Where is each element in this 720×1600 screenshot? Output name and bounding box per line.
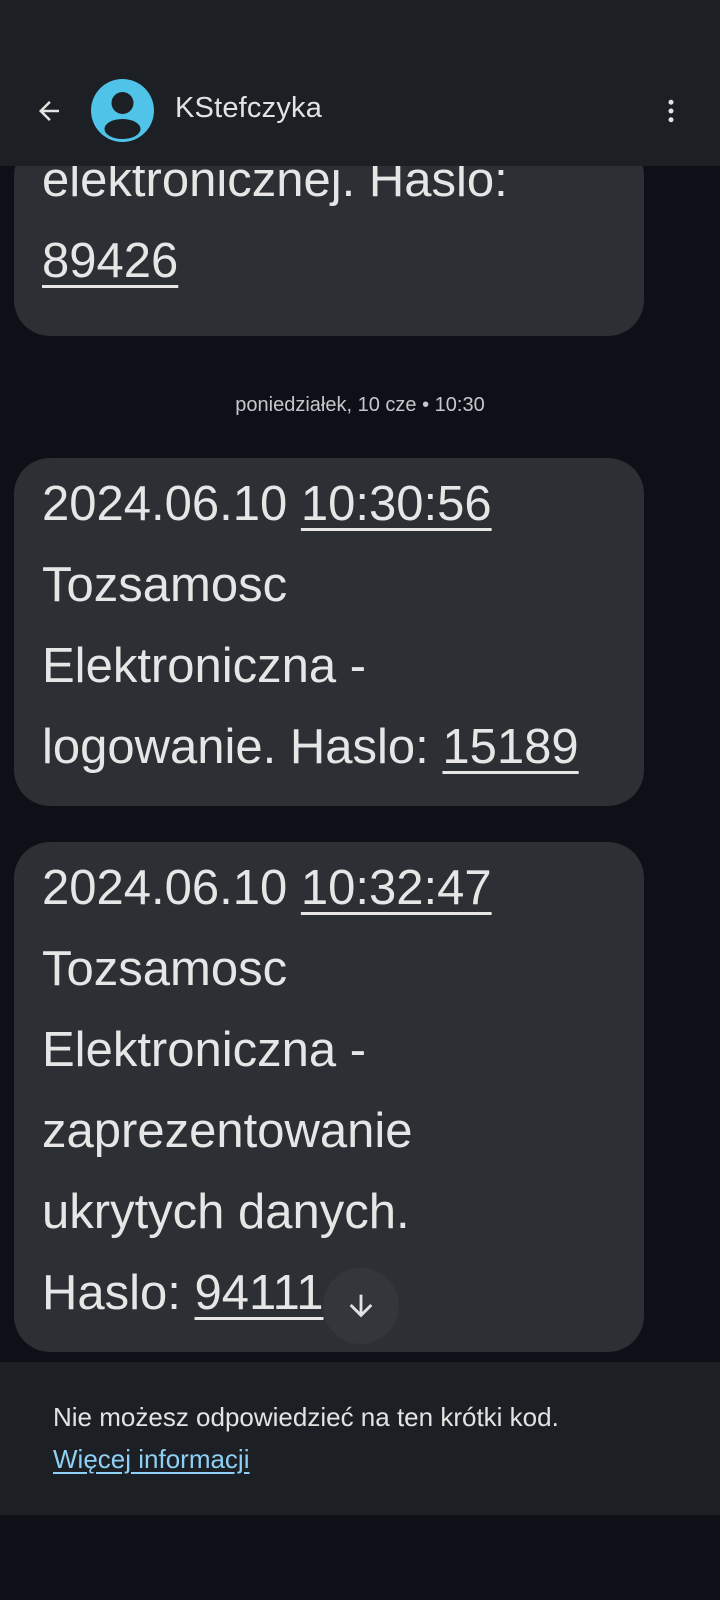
arrow-down-icon (349, 1294, 373, 1318)
avatar[interactable] (91, 79, 154, 142)
back-button[interactable] (24, 86, 74, 136)
message-text: elektronicznej. Haslo: (42, 166, 508, 207)
time-link[interactable]: 10:32:47 (301, 861, 492, 915)
app-bar: KStefczyka (0, 56, 720, 166)
code-link[interactable]: 94111 (195, 1266, 324, 1320)
more-options-button[interactable] (646, 86, 696, 136)
code-link[interactable]: 15189 (442, 720, 578, 774)
message-list[interactable]: elektronicznej. Haslo: 89426 poniedziałe… (0, 166, 720, 1362)
message-text: zaprezentowanie (42, 1104, 413, 1158)
message-bubble[interactable]: 2024.06.10 10:32:47 Tozsamosc Elektronic… (14, 842, 644, 1352)
status-bar (0, 0, 720, 56)
arrow-back-icon (39, 101, 59, 121)
message-text: Elektroniczna - (42, 639, 367, 693)
scroll-to-bottom-button[interactable] (323, 1268, 399, 1344)
message-text: Elektroniczna - (42, 1023, 367, 1077)
reply-notice: Nie możesz odpowiedzieć na ten krótki ko… (0, 1362, 720, 1515)
message-text: Tozsamosc (42, 942, 288, 996)
time-link[interactable]: 10:30:56 (301, 477, 492, 531)
message-text: ukrytych danych. (42, 1185, 410, 1239)
message-date: 2024.06.10 (42, 861, 288, 915)
date-separator: poniedziałek, 10 cze • 10:30 (235, 394, 485, 416)
message-date: 2024.06.10 (42, 477, 288, 531)
message-bubble[interactable]: elektronicznej. Haslo: 89426 (14, 166, 644, 336)
message-text: Tozsamosc (42, 558, 288, 612)
code-link[interactable]: 89426 (42, 234, 178, 288)
person-icon (104, 92, 141, 139)
navigation-bar (0, 1515, 720, 1600)
contact-name[interactable]: KStefczyka (175, 92, 322, 125)
more-vert-icon (668, 99, 674, 123)
message-text: Haslo: (42, 1266, 181, 1320)
message-text: logowanie. Haslo: (42, 720, 429, 774)
notice-text: Nie możesz odpowiedzieć na ten krótki ko… (53, 1402, 559, 1432)
more-info-link[interactable]: Więcej informacji (53, 1444, 250, 1475)
message-bubble[interactable]: 2024.06.10 10:30:56 Tozsamosc Elektronic… (14, 458, 644, 806)
